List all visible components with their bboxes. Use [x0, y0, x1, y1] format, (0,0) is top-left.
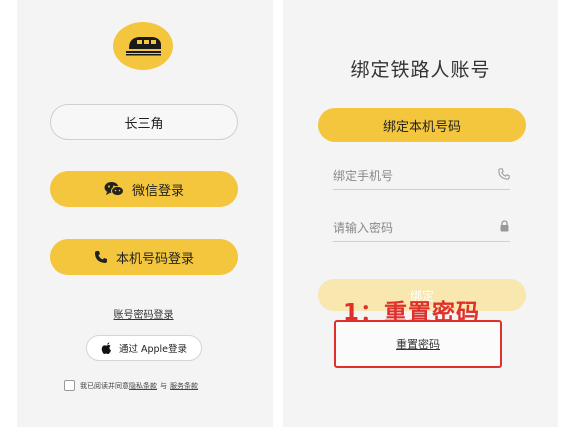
wechat-icon	[104, 181, 124, 197]
apple-login-button[interactable]: 通过 Apple登录	[86, 335, 202, 361]
bind-phone-button[interactable]: 绑定本机号码	[318, 108, 526, 142]
phone-field-icon	[498, 168, 510, 183]
apple-login-label: 通过 Apple登录	[118, 344, 188, 355]
password-field[interactable]: 请输入密码	[333, 214, 510, 242]
reset-password-highlight: 重置密码	[334, 320, 502, 368]
region-label: 长三角	[124, 116, 164, 132]
wechat-login-label: 微信登录	[131, 183, 184, 199]
bind-phone-label: 绑定本机号码	[382, 119, 461, 135]
service-link[interactable]: 服务条款	[170, 381, 198, 391]
app-logo	[113, 22, 173, 70]
wechat-login-button[interactable]: 微信登录	[50, 171, 238, 207]
phone-login-label: 本机号码登录	[115, 251, 194, 267]
lock-icon	[499, 220, 510, 235]
reset-password-link[interactable]: 重置密码	[396, 336, 440, 352]
apple-icon	[101, 342, 113, 355]
account-password-login-link[interactable]: 账号密码登录	[0, 306, 287, 321]
phone-login-button[interactable]: 本机号码登录	[50, 239, 238, 275]
agreement-prefix: 我已阅读并同意	[80, 381, 129, 390]
password-field-placeholder: 请输入密码	[333, 221, 394, 235]
page-title: 绑定铁路人账号	[350, 59, 491, 81]
phone-number-field[interactable]: 绑定手机号	[333, 162, 510, 190]
agreement-row: 我已阅读并同意 隐私条款 与 服务条款	[64, 380, 198, 391]
agreement-checkbox[interactable]	[64, 380, 75, 391]
phone-field-placeholder: 绑定手机号	[333, 169, 394, 183]
privacy-link[interactable]: 隐私条款	[129, 381, 157, 391]
agreement-and: 与	[160, 381, 167, 390]
region-button[interactable]: 长三角	[50, 104, 238, 140]
train-icon	[123, 30, 163, 62]
phone-icon	[94, 250, 108, 264]
account-login-label: 账号密码登录	[113, 310, 174, 321]
